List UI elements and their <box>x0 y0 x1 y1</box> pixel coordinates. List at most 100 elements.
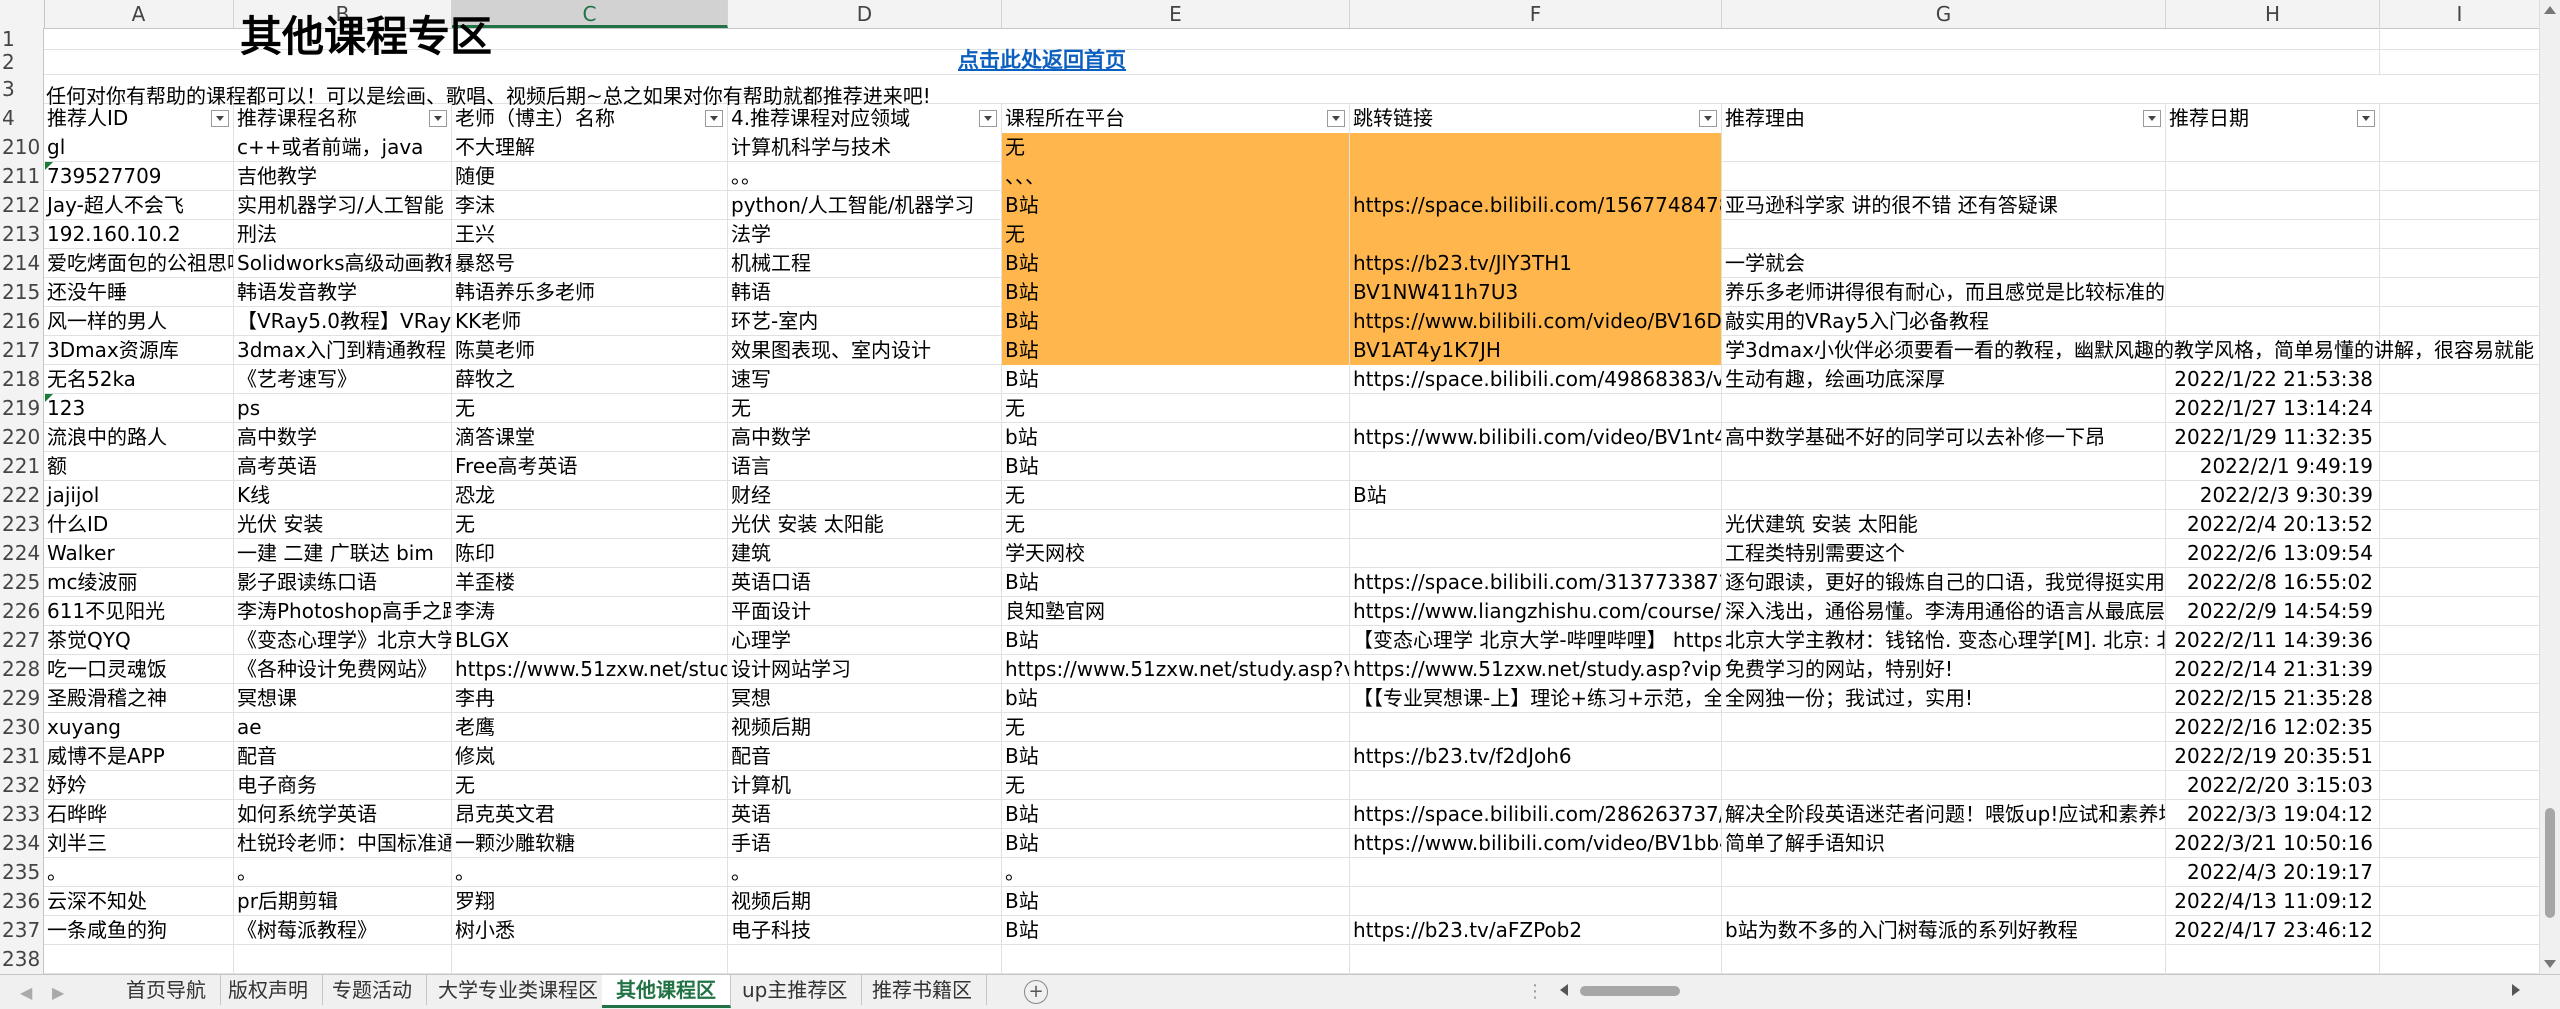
cell[interactable]: 威博不是APP <box>44 742 234 771</box>
cell[interactable]: 无 <box>1002 133 1350 162</box>
column-header-f[interactable]: F <box>1350 0 1722 28</box>
cell[interactable]: 如何系统学英语 <box>234 800 452 829</box>
filter-dropdown-icon[interactable] <box>979 110 997 127</box>
cell[interactable]: KK老师 <box>452 307 728 336</box>
cell[interactable]: 吃一口灵魂饭 <box>44 655 234 684</box>
cell[interactable] <box>2380 162 2540 191</box>
cell[interactable] <box>2380 481 2540 510</box>
cell[interactable]: BV1NW411h7U3 <box>1350 278 1722 307</box>
date-cell[interactable] <box>2166 191 2380 220</box>
cell[interactable]: B站 <box>1002 568 1350 597</box>
cell[interactable]: 亚马逊科学家 讲的很不错 还有答疑课 <box>1722 191 2166 220</box>
column-header-a[interactable]: A <box>44 0 234 28</box>
date-cell[interactable] <box>2166 133 2380 162</box>
cell[interactable]: 爱吃烤面包的公祖思味 <box>44 249 234 278</box>
cell[interactable]: 无 <box>1002 510 1350 539</box>
cell[interactable] <box>2380 394 2540 423</box>
cell[interactable]: 滴答课堂 <box>452 423 728 452</box>
vertical-scrollbar[interactable] <box>2539 0 2560 974</box>
row-number[interactable]: 227 <box>0 626 44 655</box>
cell[interactable]: 光伏建筑 安装 太阳能 <box>1722 510 2166 539</box>
cell[interactable]: 罗翔 <box>452 887 728 916</box>
date-cell[interactable]: 2022/1/27 13:14:24 <box>2166 394 2380 423</box>
date-cell[interactable]: 2022/2/19 20:35:51 <box>2166 742 2380 771</box>
cell[interactable]: B站 <box>1002 307 1350 336</box>
cell[interactable] <box>2380 742 2540 771</box>
cell[interactable]: B站 <box>1350 481 1722 510</box>
cell[interactable]: 风一样的男人 <box>44 307 234 336</box>
cell[interactable]: 无 <box>452 394 728 423</box>
cell[interactable] <box>2380 220 2540 249</box>
sheet-tab[interactable]: 首页导航 <box>112 975 221 1005</box>
header-cell[interactable]: 推荐日期 <box>2166 104 2380 133</box>
cell[interactable]: b站为数不多的入门树莓派的系列好教程 <box>1722 916 2166 945</box>
sheet-tab[interactable]: up主推荐区 <box>728 975 863 1005</box>
date-cell[interactable]: 2022/1/22 21:53:38 <box>2166 365 2380 394</box>
row-number[interactable]: 226 <box>0 597 44 626</box>
cell[interactable] <box>2380 423 2540 452</box>
cell[interactable]: 什么ID <box>44 510 234 539</box>
row-number[interactable]: 218 <box>0 365 44 394</box>
cell[interactable]: 还没午睡 <box>44 278 234 307</box>
cell[interactable]: BV1AT4y1K7JH <box>1350 336 1722 365</box>
cell[interactable]: 无 <box>1002 771 1350 800</box>
column-header-h[interactable]: H <box>2166 0 2380 28</box>
cell[interactable] <box>2380 539 2540 568</box>
cell[interactable] <box>1350 510 1722 539</box>
cell[interactable]: 无 <box>1002 220 1350 249</box>
cell[interactable]: Free高考英语 <box>452 452 728 481</box>
cell[interactable]: 无 <box>452 771 728 800</box>
row-number[interactable]: 232 <box>0 771 44 800</box>
cell[interactable]: 李涛 <box>452 597 728 626</box>
cell[interactable]: 语言 <box>728 452 1002 481</box>
date-cell[interactable] <box>2166 307 2380 336</box>
row-number[interactable]: 231 <box>0 742 44 771</box>
cell[interactable]: 工程类特别需要这个 <box>1722 539 2166 568</box>
cell[interactable]: 123 <box>44 394 234 423</box>
cell[interactable]: 《变态心理学》北京大学 <box>234 626 452 655</box>
cell[interactable]: 配音 <box>234 742 452 771</box>
row-number[interactable]: 224 <box>0 539 44 568</box>
cell[interactable]: 法学 <box>728 220 1002 249</box>
filter-dropdown-icon[interactable] <box>429 110 447 127</box>
cell[interactable]: 韩语养乐多老师 <box>452 278 728 307</box>
date-cell[interactable]: 2022/2/14 21:31:39 <box>2166 655 2380 684</box>
sheet-tab[interactable]: 其他课程区 <box>602 975 731 1008</box>
cell[interactable]: 学3dmax小伙伴必须要看一看的教程，幽默风趣的教学风格，简单易懂的讲解，很容易… <box>1722 336 2534 365</box>
cell[interactable]: 暴怒号 <box>452 249 728 278</box>
cell[interactable]: 无 <box>728 394 1002 423</box>
cell[interactable]: Jay-超人不会飞 <box>44 191 234 220</box>
cell[interactable]: 恐龙 <box>452 481 728 510</box>
row-number[interactable]: 223 <box>0 510 44 539</box>
cell[interactable]: 修岚 <box>452 742 728 771</box>
cell[interactable]: Solidworks高级动画教程 <box>234 249 452 278</box>
cell[interactable]: b站 <box>1002 684 1350 713</box>
cell[interactable] <box>1350 539 1722 568</box>
cell[interactable] <box>1722 858 2166 887</box>
cell[interactable]: 。 <box>728 858 1002 887</box>
cell[interactable] <box>2380 452 2540 481</box>
cell[interactable]: 树小悉 <box>452 916 728 945</box>
row-number[interactable]: 235 <box>0 858 44 887</box>
cell[interactable]: 。 <box>1002 858 1350 887</box>
cell[interactable]: 李冉 <box>452 684 728 713</box>
cell[interactable] <box>2380 829 2540 858</box>
cell[interactable] <box>1350 887 1722 916</box>
cell[interactable]: 。 <box>44 858 234 887</box>
row-number[interactable]: 217 <box>0 336 44 365</box>
cell[interactable]: 电子科技 <box>728 916 1002 945</box>
cell[interactable]: 《树莓派教程》 <box>234 916 452 945</box>
date-cell[interactable]: 2022/2/6 13:09:54 <box>2166 539 2380 568</box>
cell[interactable]: 影子跟读练口语 <box>234 568 452 597</box>
cell[interactable]: 《艺考速写》 <box>234 365 452 394</box>
date-cell[interactable]: 2022/4/17 23:46:12 <box>2166 916 2380 945</box>
cell[interactable]: 一颗沙雕软糖 <box>452 829 728 858</box>
cell[interactable]: mc绫波丽 <box>44 568 234 597</box>
cell[interactable]: xuyang <box>44 713 234 742</box>
cell[interactable]: 老鹰 <box>452 713 728 742</box>
row-number[interactable]: 234 <box>0 829 44 858</box>
spreadsheet-grid[interactable]: ABCDEFGHI 1 2 3 4 推荐人ID 推荐课程名称 老师（博主）名称 4.推荐课程对… <box>0 0 2540 974</box>
cell[interactable] <box>2380 249 2540 278</box>
cell[interactable]: https://www.51zxw.net/study <box>452 655 728 684</box>
column-header-d[interactable]: D <box>728 0 1002 28</box>
